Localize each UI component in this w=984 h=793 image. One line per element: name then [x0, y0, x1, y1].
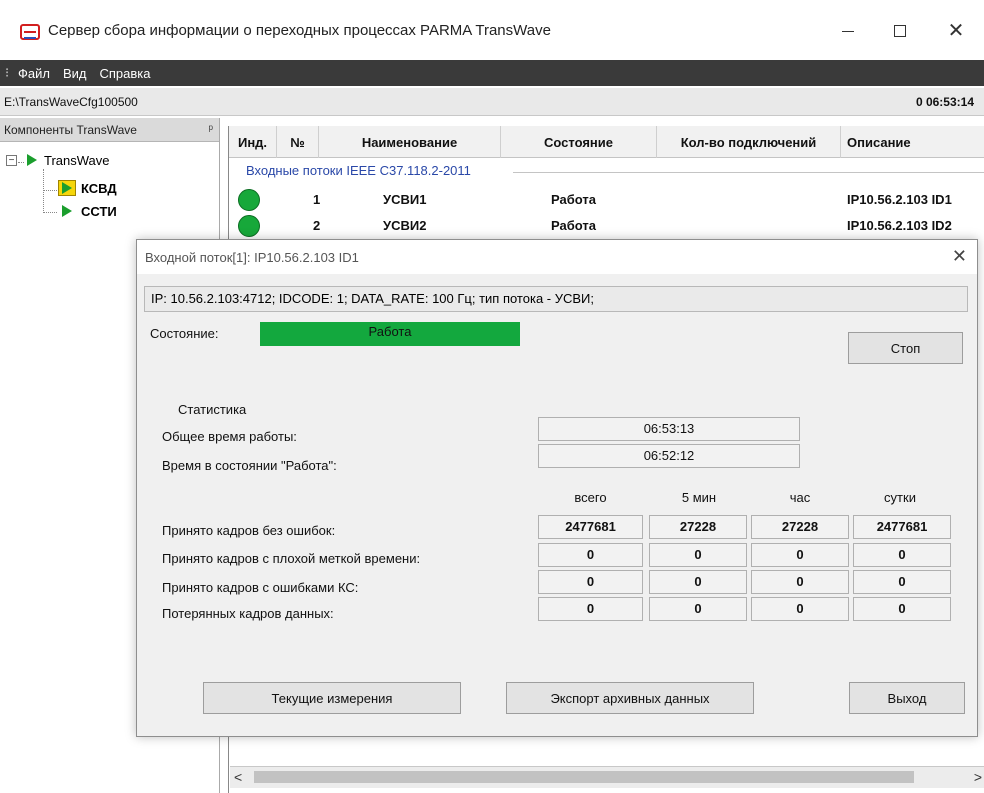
- table-header: Инд. № Наименование Состояние Кол-во под…: [229, 126, 984, 158]
- maximize-icon: [894, 25, 906, 37]
- window-titlebar: Сервер сбора информации о переходных про…: [0, 0, 984, 60]
- stats-value: 0: [649, 570, 747, 594]
- menu-bar: ⁝ Файл Вид Справка: [0, 60, 984, 86]
- stats-value: 27228: [751, 515, 849, 539]
- dialog-title: Входной поток[1]: IP10.56.2.103 ID1: [145, 250, 359, 265]
- table-row[interactable]: 2 УСВИ2 Работа IP10.56.2.103 ID2: [229, 214, 984, 238]
- stats-value: 0: [649, 597, 747, 621]
- tree-connector: [43, 212, 57, 213]
- window-title: Сервер сбора информации о переходных про…: [48, 22, 551, 39]
- app-logo-icon: [20, 24, 40, 40]
- table-row[interactable]: 1 УСВИ1 Работа IP10.56.2.103 ID1: [229, 188, 984, 212]
- state-label: Состояние:: [150, 326, 219, 341]
- stats-value: 0: [751, 543, 849, 567]
- stats-value: 0: [538, 570, 643, 594]
- col-header-connections[interactable]: Кол-во подключений: [657, 126, 841, 158]
- stats-value: 0: [538, 597, 643, 621]
- stats-row-label: Принято кадров без ошибок:: [162, 523, 336, 538]
- total-time-label: Общее время работы:: [162, 429, 297, 444]
- row-state: Работа: [551, 218, 596, 233]
- tree-node-ssti[interactable]: ССТИ: [58, 203, 117, 219]
- components-panel-title: Компоненты TransWave: [4, 123, 137, 137]
- group-divider: [513, 172, 984, 173]
- minimize-icon: [842, 30, 854, 32]
- close-icon: ✕: [947, 20, 965, 42]
- config-path-bar: E:\TransWaveCfg100500 0 06:53:14: [0, 88, 984, 116]
- scroll-thumb[interactable]: [254, 771, 914, 783]
- work-time-label: Время в состоянии "Работа":: [162, 458, 337, 473]
- row-name: УСВИ1: [383, 192, 427, 207]
- stats-value: 2477681: [538, 515, 643, 539]
- stats-row-label: Потерянных кадров данных:: [162, 606, 334, 621]
- stream-info-line: IP: 10.56.2.103:4712; IDCODE: 1; DATA_RA…: [144, 286, 968, 312]
- col-header-5min: 5 мин: [681, 490, 717, 505]
- stats-value: 0: [751, 597, 849, 621]
- close-button[interactable]: ✕: [936, 16, 976, 46]
- col-header-day: сутки: [884, 490, 916, 505]
- export-archive-button[interactable]: Экспорт архивных данных: [506, 682, 754, 714]
- tree-node-ksvd[interactable]: КСВД: [58, 180, 117, 196]
- col-header-num[interactable]: №: [277, 126, 319, 158]
- horizontal-scrollbar[interactable]: < >: [230, 766, 984, 788]
- menu-file[interactable]: Файл: [14, 66, 59, 81]
- scroll-left-icon[interactable]: <: [234, 769, 242, 785]
- col-header-ind[interactable]: Инд.: [229, 126, 277, 158]
- stats-value: 0: [853, 597, 951, 621]
- stats-value: 0: [853, 543, 951, 567]
- stats-value: 0: [853, 570, 951, 594]
- stream-icon: [58, 180, 76, 196]
- stats-value: 0: [751, 570, 849, 594]
- tree-connector: [43, 190, 57, 191]
- row-num: 2: [313, 218, 321, 233]
- tree-connector: [43, 169, 44, 213]
- row-state: Работа: [551, 192, 596, 207]
- stats-title: Статистика: [178, 402, 247, 417]
- scroll-right-icon[interactable]: >: [974, 769, 982, 785]
- tree-node-label: КСВД: [81, 180, 117, 196]
- dialog-titlebar: Входной поток[1]: IP10.56.2.103 ID1 ✕: [137, 240, 977, 274]
- menu-grip-icon: ⁝: [5, 65, 10, 80]
- status-indicator-icon: [238, 189, 260, 211]
- col-header-state[interactable]: Состояние: [501, 126, 657, 158]
- config-path: E:\TransWaveCfg100500: [4, 95, 138, 109]
- stream-icon: [58, 203, 76, 219]
- tree-expander-icon[interactable]: −: [6, 154, 17, 166]
- col-header-name[interactable]: Наименование: [319, 126, 501, 158]
- tree-node-label: TransWave: [44, 152, 110, 168]
- menu-help[interactable]: Справка: [96, 66, 160, 81]
- row-num: 1: [313, 192, 321, 207]
- row-name: УСВИ2: [383, 218, 427, 233]
- minimize-button[interactable]: [828, 16, 868, 46]
- col-header-total: всего: [574, 490, 607, 505]
- stream-details-dialog: Входной поток[1]: IP10.56.2.103 ID1 ✕ IP…: [136, 239, 978, 737]
- uptime-clock: 0 06:53:14: [915, 95, 974, 109]
- dialog-close-icon[interactable]: ✕: [952, 246, 967, 267]
- row-description: IP10.56.2.103 ID2: [847, 218, 952, 233]
- stats-row-label: Принято кадров с ошибками КС:: [162, 580, 359, 595]
- tree-node-label: ССТИ: [81, 203, 117, 219]
- menu-view[interactable]: Вид: [59, 66, 96, 81]
- status-indicator-icon: [238, 215, 260, 237]
- row-description: IP10.56.2.103 ID1: [847, 192, 952, 207]
- stats-value: 0: [649, 543, 747, 567]
- components-panel-header: Компоненты TransWave ᵖ: [0, 118, 219, 142]
- stats-value: 0: [538, 543, 643, 567]
- stop-button[interactable]: Стоп: [848, 332, 963, 364]
- tree-node-transwave[interactable]: − TransWave: [6, 152, 110, 168]
- group-title: Входные потоки IEEE C37.118.2-2011: [246, 163, 471, 178]
- state-indicator: Работа: [260, 322, 520, 346]
- exit-button[interactable]: Выход: [849, 682, 965, 714]
- col-header-description[interactable]: Описание: [841, 126, 984, 158]
- col-header-hour: час: [789, 490, 811, 505]
- total-time-value: 06:53:13: [538, 417, 800, 441]
- work-time-value: 06:52:12: [538, 444, 800, 468]
- stats-value: 2477681: [853, 515, 951, 539]
- current-measurements-button[interactable]: Текущие измерения: [203, 682, 461, 714]
- stats-value: 27228: [649, 515, 747, 539]
- maximize-button[interactable]: [880, 16, 920, 46]
- stream-icon: [23, 152, 41, 168]
- stats-row-label: Принято кадров с плохой меткой времени:: [162, 551, 421, 566]
- pin-icon[interactable]: ᵖ: [208, 122, 213, 136]
